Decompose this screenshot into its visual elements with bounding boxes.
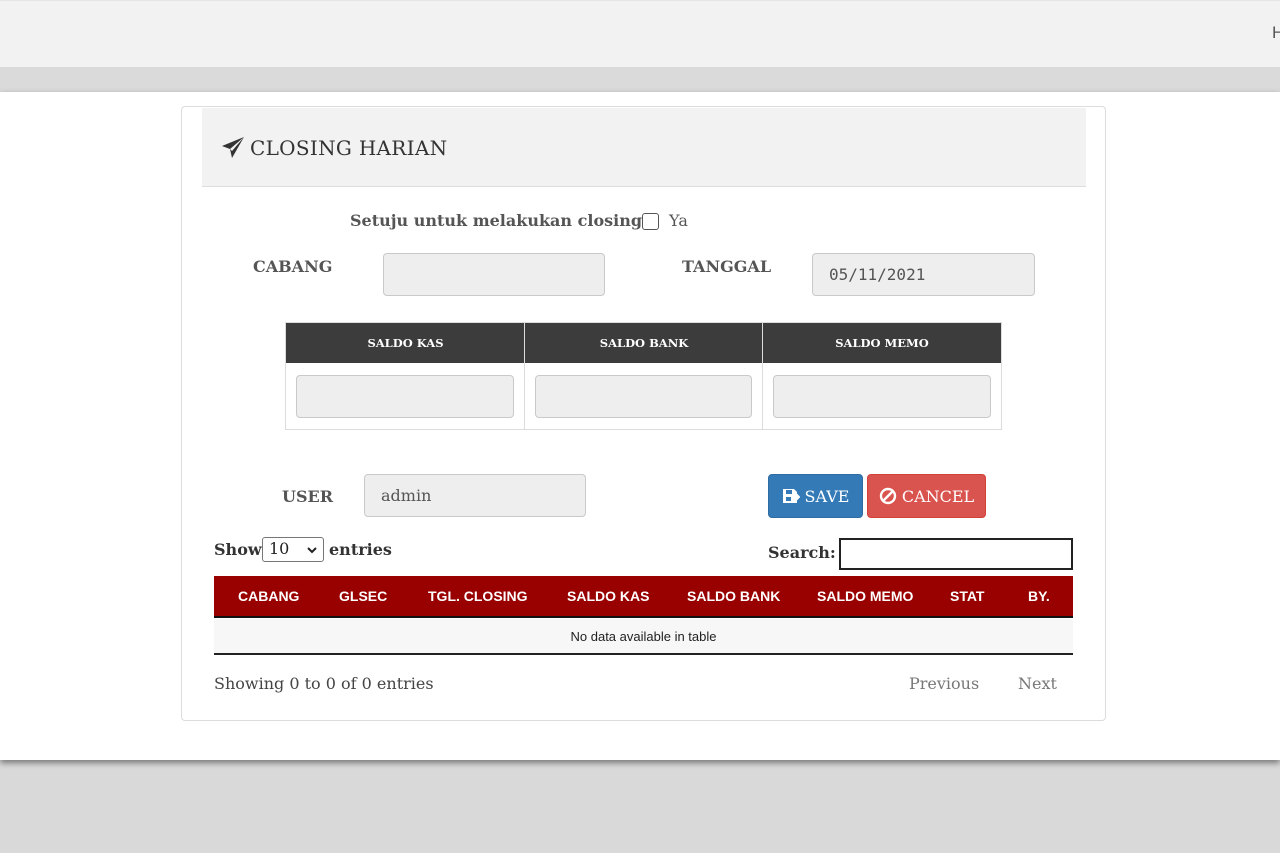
- agree-checkbox[interactable]: [642, 213, 659, 230]
- saldo-bank-field[interactable]: [535, 375, 752, 418]
- navbar-text-cut[interactable]: H: [1272, 23, 1280, 43]
- column-header-glsec[interactable]: GLSEC: [339, 588, 387, 604]
- entries-select-value: 10: [269, 539, 290, 558]
- cancel-label: CANCEL: [901, 486, 975, 506]
- card-header: CLOSING HARIAN: [202, 108, 1086, 187]
- search-label: Search:: [768, 543, 836, 562]
- saldo-memo-header: SALDO MEMO: [763, 323, 1001, 363]
- ban-icon: [879, 487, 897, 505]
- saldo-memo-field[interactable]: [773, 375, 991, 418]
- save-label: SAVE: [804, 486, 850, 506]
- entries-label: entries: [329, 540, 392, 559]
- paper-plane-icon: [222, 137, 244, 158]
- cabang-label: CABANG: [253, 257, 333, 276]
- chevron-down-icon: [307, 547, 317, 554]
- column-header-by[interactable]: BY.: [1028, 588, 1050, 604]
- page-title: CLOSING HARIAN: [250, 136, 448, 160]
- navbar-shadow-strip: [0, 67, 1280, 92]
- search-input[interactable]: [839, 538, 1073, 570]
- column-header-saldo-kas[interactable]: SALDO KAS: [567, 588, 649, 604]
- column-header-tgl-closing[interactable]: TGL. CLOSING: [428, 588, 528, 604]
- saldo-kas-field[interactable]: [296, 375, 514, 418]
- column-header-stat[interactable]: STAT: [950, 588, 984, 604]
- agree-label: Setuju untuk melakukan closing :: [350, 211, 654, 230]
- table-info: Showing 0 to 0 of 0 entries: [214, 674, 434, 693]
- user-field[interactable]: admin: [364, 474, 586, 517]
- column-header-saldo-bank[interactable]: SALDO BANK: [687, 588, 780, 604]
- tanggal-label: TANGGAL: [682, 257, 772, 276]
- column-divider: [762, 323, 763, 430]
- top-navbar: H: [0, 0, 1280, 67]
- tanggal-field[interactable]: 05/11/2021: [812, 253, 1035, 296]
- cancel-button[interactable]: CANCEL: [867, 474, 986, 518]
- user-label: USER: [282, 487, 333, 506]
- empty-table-message: No data available in table: [214, 619, 1073, 655]
- column-header-saldo-memo[interactable]: SALDO MEMO: [817, 588, 913, 604]
- data-table-header: CABANG GLSEC TGL. CLOSING SALDO KAS SALD…: [214, 576, 1073, 618]
- saldo-bank-header: SALDO BANK: [525, 323, 763, 363]
- saldo-kas-header: SALDO KAS: [286, 323, 525, 363]
- previous-button[interactable]: Previous: [909, 674, 979, 693]
- column-header-cabang[interactable]: CABANG: [238, 588, 299, 604]
- next-button[interactable]: Next: [1018, 674, 1057, 693]
- cabang-field[interactable]: [383, 253, 605, 296]
- show-label: Show: [214, 540, 262, 559]
- entries-select[interactable]: 10: [262, 537, 324, 562]
- save-button[interactable]: SAVE: [768, 474, 863, 518]
- save-icon: [782, 489, 800, 503]
- column-divider: [524, 323, 525, 430]
- agree-option-label[interactable]: Ya: [669, 211, 688, 230]
